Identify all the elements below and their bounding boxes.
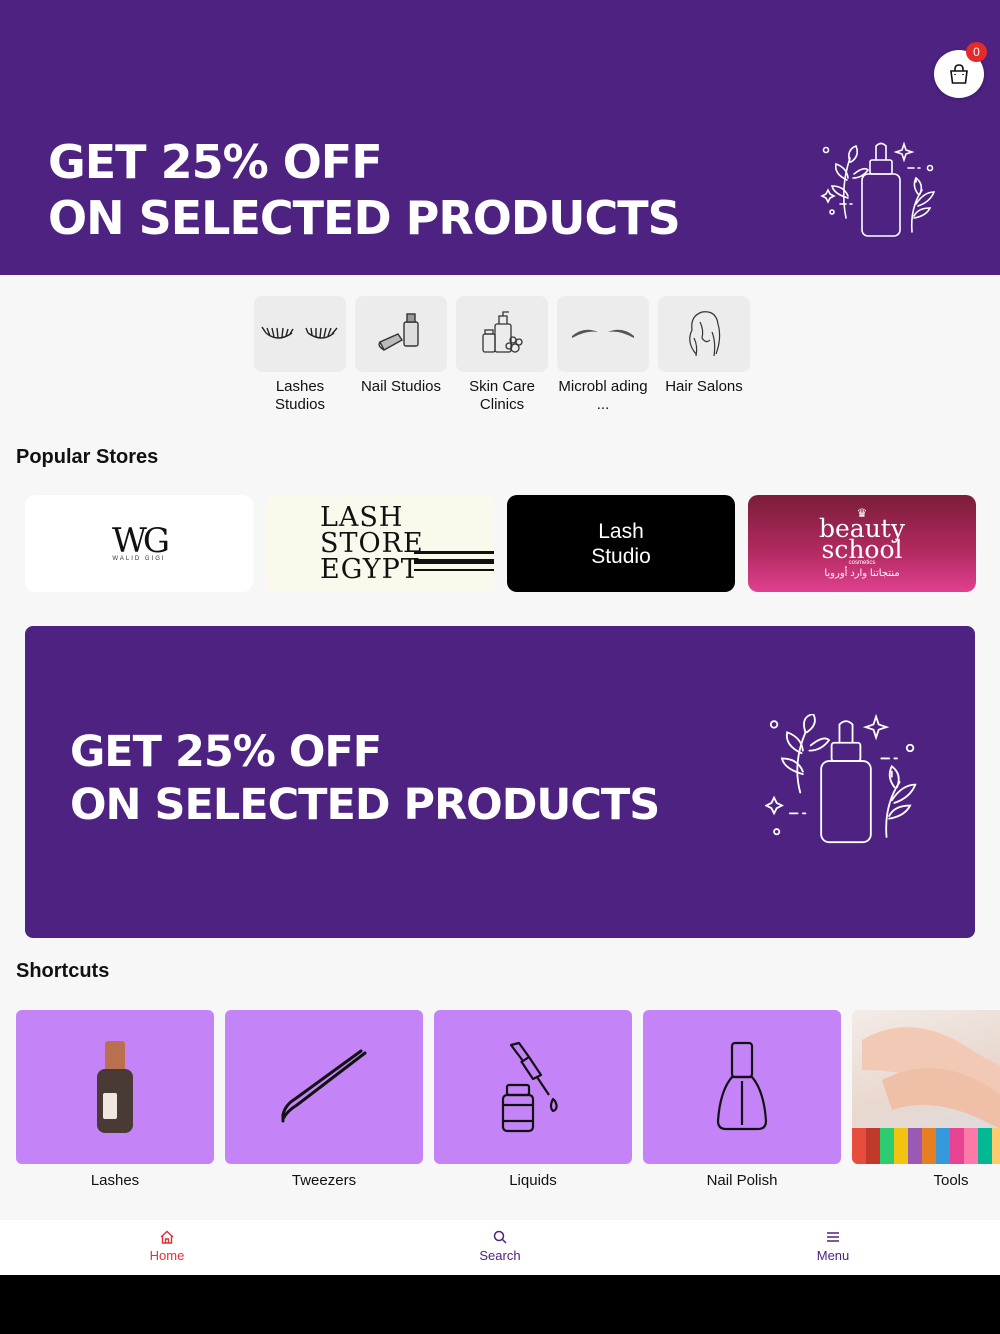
tweezers-icon <box>281 1049 367 1123</box>
popular-stores-row: WG WALID GIGI LASH STORE EGYPT Lash Stud… <box>25 495 976 592</box>
lash-glue-bottle-icon <box>97 1041 133 1133</box>
store-logo-text: Lash Studio <box>591 519 651 568</box>
category-tile <box>355 296 447 372</box>
category-tile <box>557 296 649 372</box>
skincare-bottles-icon <box>482 311 523 353</box>
store-card-beauty-school[interactable]: ♛ beauty school cosmetics منتجاتنا وارد … <box>748 495 976 592</box>
category-hair-salons[interactable]: Hair Salons <box>658 296 750 414</box>
serum-bottle-illustration <box>765 714 917 844</box>
category-nail-studios[interactable]: Nail Studios <box>355 296 447 414</box>
nail-polish-icon <box>378 313 419 351</box>
store-logo-arabic: منتجاتنا وارد أوروبا <box>824 568 900 579</box>
category-label: Lashes Studios <box>274 378 326 413</box>
promo-banner-text: GET 25% OFF ON SELECTED PRODUCTS <box>48 134 681 246</box>
shortcuts-row: Lashes Tweezers Liquids Nail Polish Tool… <box>16 1010 1000 1189</box>
shortcut-tile <box>225 1010 423 1164</box>
hair-silhouette-icon <box>689 311 721 357</box>
shortcut-tools[interactable]: Tools <box>852 1010 1000 1189</box>
category-label: Skin Care Clinics <box>469 378 535 413</box>
promo-line-1: GET 25% OFF <box>48 135 383 189</box>
shortcut-tile <box>434 1010 632 1164</box>
popular-stores-title: Popular Stores <box>16 446 159 468</box>
menu-icon <box>827 1232 839 1242</box>
serum-bottle-illustration <box>820 141 936 237</box>
shopping-bag-icon <box>950 64 968 84</box>
category-microblading[interactable]: Microbl ading ... <box>557 296 649 414</box>
category-skin-care-clinics[interactable]: Skin Care Clinics <box>456 296 548 414</box>
shortcut-lashes[interactable]: Lashes <box>16 1010 214 1189</box>
promo-line-2: ON SELECTED PRODUCTS <box>48 191 681 245</box>
store-logo: ♛ beauty school cosmetics منتجاتنا وارد … <box>812 507 912 579</box>
shortcut-tweezers[interactable]: Tweezers <box>225 1010 423 1189</box>
nav-menu[interactable]: Menu <box>773 1230 893 1263</box>
cart-count-badge: 0 <box>966 42 987 62</box>
category-tile <box>456 296 548 372</box>
search-icon <box>493 1230 507 1244</box>
store-logo: WG WALID GIGI <box>111 520 170 562</box>
promo-banner-top[interactable]: GET 25% OFF ON SELECTED PRODUCTS <box>0 0 1000 275</box>
store-logo-mark: WG <box>111 520 170 561</box>
nav-menu-label: Menu <box>816 1248 850 1263</box>
promo-banner-text: GET 25% OFF ON SELECTED PRODUCTS <box>70 726 660 832</box>
shortcut-nail-polish[interactable]: Nail Polish <box>643 1010 841 1189</box>
shortcuts-title: Shortcuts <box>16 960 110 982</box>
category-row: Lashes Studios Nail Studios Skin Care Cl… <box>254 296 750 414</box>
nav-search-label: Search <box>479 1248 521 1263</box>
logo-stripes-graphic <box>414 551 494 571</box>
store-card-walid-gigi[interactable]: WG WALID GIGI <box>25 495 253 592</box>
category-label: Nail Studios <box>360 378 442 395</box>
store-logo-text: beauty school <box>819 514 905 564</box>
shortcut-label: Tools <box>933 1172 969 1189</box>
dropper-bottle-icon <box>501 1041 558 1133</box>
category-tile <box>254 296 346 372</box>
category-label: Hair Salons <box>665 378 743 395</box>
category-label: Microbl ading ... <box>558 378 648 413</box>
nav-home-label: Home <box>149 1248 185 1263</box>
category-lashes-studios[interactable]: Lashes Studios <box>254 296 346 414</box>
nail-swatches-photo <box>852 1010 1000 1164</box>
nail-swatches-illustration <box>852 1027 1000 1164</box>
promo-line-1: GET 25% OFF <box>70 727 382 777</box>
shortcut-tile <box>16 1010 214 1164</box>
nav-search[interactable]: Search <box>440 1230 560 1263</box>
nav-home[interactable]: Home <box>107 1230 227 1263</box>
shortcut-label: Liquids <box>509 1172 557 1189</box>
shortcut-label: Nail Polish <box>706 1172 778 1189</box>
promo-banner-middle[interactable]: GET 25% OFF ON SELECTED PRODUCTS <box>25 626 975 938</box>
category-tile <box>658 296 750 372</box>
shortcut-label: Lashes <box>90 1172 140 1189</box>
shortcut-liquids[interactable]: Liquids <box>434 1010 632 1189</box>
store-logo-sub: WALID GIGI <box>112 555 166 562</box>
store-card-lash-studio[interactable]: Lash Studio <box>507 495 735 592</box>
eyebrows-icon <box>572 329 634 338</box>
shortcut-label: Tweezers <box>291 1172 357 1189</box>
eyelashes-icon <box>261 326 338 339</box>
store-card-lash-store-egypt[interactable]: LASH STORE EGYPT <box>266 495 494 592</box>
bottom-nav-bar: Home Search Menu <box>0 1220 1000 1275</box>
nail-polish-bottle-icon <box>716 1041 768 1131</box>
app-screen: GET 25% OFF ON SELECTED PRODUCTS 0 Lashe… <box>0 0 1000 1275</box>
promo-line-2: ON SELECTED PRODUCTS <box>70 780 660 830</box>
shortcut-tile <box>643 1010 841 1164</box>
home-icon <box>160 1230 174 1244</box>
